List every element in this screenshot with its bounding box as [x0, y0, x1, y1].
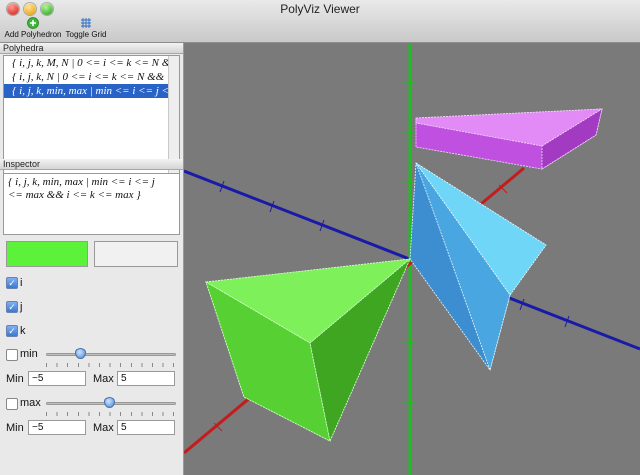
- var-i-label: i: [20, 277, 23, 289]
- title-toolbar: PolyViz Viewer Add Polyhedron Toggle Gri…: [0, 0, 640, 43]
- edge-color-well[interactable]: [94, 241, 178, 267]
- min-max-label: Max: [93, 373, 114, 385]
- max-label: max: [20, 397, 41, 409]
- polyhedra-scrollbar[interactable]: [168, 56, 179, 191]
- inspector-line-2: <= max && i <= k <= max }: [8, 189, 141, 201]
- inspector-text[interactable]: { i, j, k, min, max | min <= i <= j <= m…: [3, 173, 180, 235]
- max-max-field[interactable]: 5: [117, 420, 175, 435]
- min-slider-thumb[interactable]: [74, 348, 86, 359]
- toggle-grid-label: Toggle Grid: [65, 30, 107, 39]
- list-item[interactable]: { i, j, k, N | 0 <= i <= k <= N &&: [4, 70, 179, 84]
- var-j-label: j: [20, 301, 23, 313]
- min-min-label: Min: [6, 373, 24, 385]
- fill-color-well[interactable]: [6, 241, 88, 267]
- cyan-polyhedron[interactable]: [409, 162, 547, 372]
- inspector-line-1: { i, j, k, min, max | min <= i <= j: [8, 176, 155, 188]
- polyhedra-header: Polyhedra: [0, 43, 183, 54]
- green-polyhedron[interactable]: [204, 258, 412, 443]
- list-item[interactable]: { i, j, k, M, N | 0 <= i <= k <= N &: [4, 56, 179, 70]
- max-checkbox[interactable]: [6, 398, 18, 410]
- add-polyhedron-label: Add Polyhedron: [4, 30, 62, 39]
- max-max-label: Max: [93, 422, 114, 434]
- add-polyhedron-button[interactable]: Add Polyhedron: [4, 17, 62, 41]
- add-icon: [27, 17, 39, 29]
- min-slider-ticks: [46, 363, 176, 367]
- var-j-checkbox[interactable]: ✓: [6, 301, 18, 313]
- 3d-viewport[interactable]: [184, 43, 640, 475]
- min-slider[interactable]: [46, 353, 176, 356]
- var-k-label: k: [20, 325, 26, 337]
- min-min-field[interactable]: −5: [28, 371, 86, 386]
- var-i-checkbox[interactable]: ✓: [6, 277, 18, 289]
- 3d-scene[interactable]: [184, 43, 640, 475]
- window-title: PolyViz Viewer: [280, 2, 360, 16]
- grid-icon: [81, 18, 91, 28]
- max-slider-thumb[interactable]: [104, 397, 116, 408]
- magenta-polyhedron[interactable]: [415, 108, 603, 170]
- var-k-checkbox[interactable]: ✓: [6, 325, 18, 337]
- min-checkbox[interactable]: [6, 349, 18, 361]
- app-window: PolyViz Viewer Add Polyhedron Toggle Gri…: [0, 0, 640, 475]
- toggle-grid-button[interactable]: Toggle Grid: [64, 17, 108, 41]
- min-label: min: [20, 348, 38, 360]
- max-min-label: Min: [6, 422, 24, 434]
- max-min-field[interactable]: −5: [28, 420, 86, 435]
- list-item-selected[interactable]: { i, j, k, min, max | min <= i <= j <: [4, 84, 179, 98]
- left-panel: Polyhedra { i, j, k, M, N | 0 <= i <= k …: [0, 43, 184, 475]
- min-max-field[interactable]: 5: [117, 371, 175, 386]
- polyhedra-list[interactable]: { i, j, k, M, N | 0 <= i <= k <= N & { i…: [3, 55, 180, 192]
- inspector-header: Inspector: [0, 159, 183, 170]
- max-slider-ticks: [46, 412, 176, 416]
